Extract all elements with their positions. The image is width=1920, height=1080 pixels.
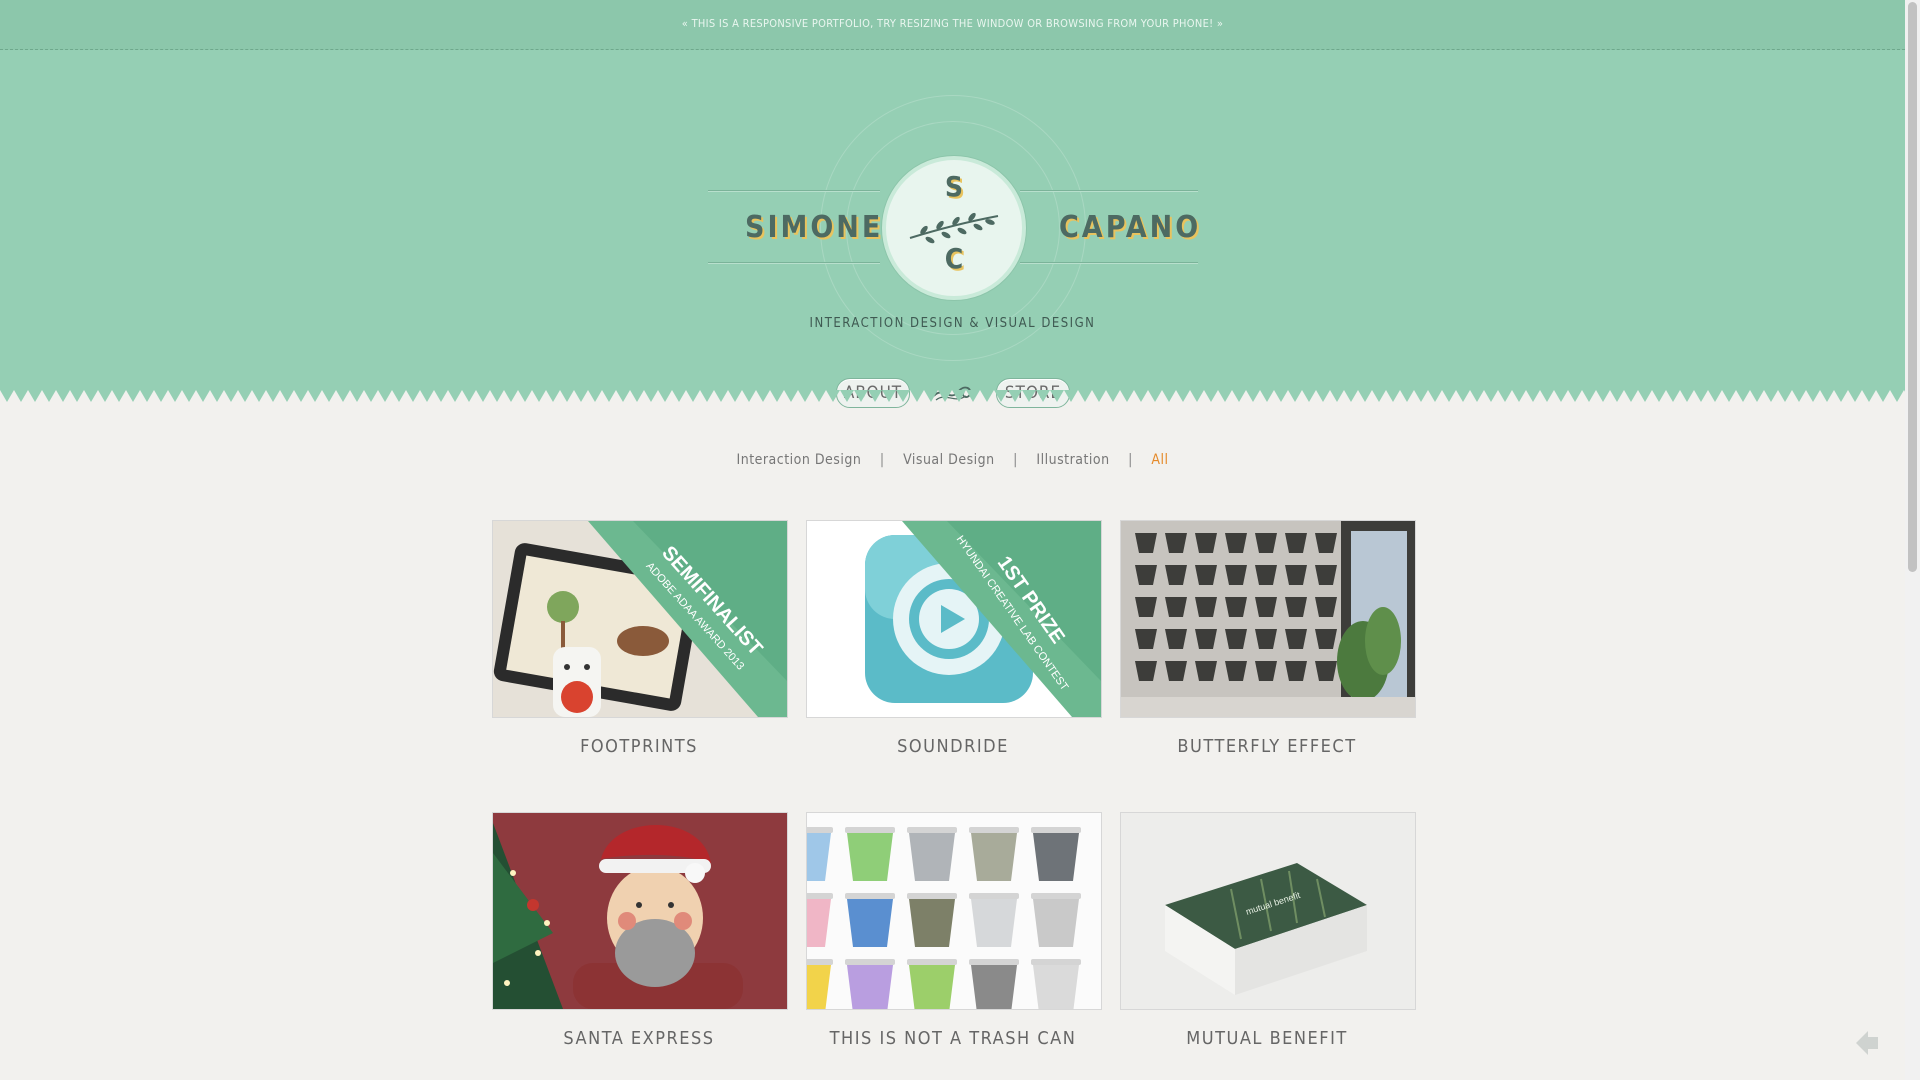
butterfly-effect-image [1121, 521, 1415, 717]
trash-can [1033, 965, 1079, 1009]
trash-can-lid [969, 893, 1019, 899]
first-name: SIMONE [745, 210, 884, 245]
project-title[interactable]: SOUNDRIDE [806, 736, 1100, 757]
notice-text: « THIS IS A RESPONSIVE PORTFOLIO, TRY RE… [681, 17, 1224, 30]
project-thumbnail[interactable] [492, 812, 788, 1010]
soundride-image: 1ST PRIZE HYUNDAI CREATIVE LAB CONTEST [807, 521, 1101, 717]
monogram-letter-bottom: C [944, 242, 964, 275]
filter-interaction-design[interactable]: Interaction Design [737, 452, 862, 468]
trash-can-lid [1031, 827, 1081, 833]
monogram-letter-top: S [944, 170, 964, 203]
filter-visual-design[interactable]: Visual Design [903, 452, 995, 468]
trash-can-lid [807, 959, 833, 965]
trash-can [1033, 899, 1079, 947]
trash-can [847, 899, 893, 947]
project-title[interactable]: MUTUAL BENEFIT [1120, 1028, 1414, 1049]
last-name: CAPANO [1059, 210, 1202, 245]
project-card-soundride[interactable]: 1ST PRIZE HYUNDAI CREATIVE LAB CONTEST S… [806, 520, 1102, 757]
trash-can-lid [1031, 959, 1081, 965]
project-card-trash-can[interactable]: THIS IS NOT A TRASH CAN [806, 812, 1102, 1049]
header-rule-left-bottom [708, 262, 880, 264]
trash-can [971, 899, 1017, 947]
trash-can [971, 965, 1017, 1009]
back-to-top-icon[interactable] [1853, 1030, 1881, 1056]
trash-can-lid [845, 827, 895, 833]
trash-can-lid [907, 827, 957, 833]
project-thumbnail[interactable]: 1ST PRIZE HYUNDAI CREATIVE LAB CONTEST [806, 520, 1102, 718]
trash-can [909, 833, 955, 881]
trash-can-lid [969, 959, 1019, 965]
trash-can-lid [845, 959, 895, 965]
santa-express-image [493, 813, 787, 1009]
project-thumbnail[interactable] [1120, 520, 1416, 718]
scrollbar-thumb[interactable] [1908, 2, 1917, 572]
trash-can [971, 833, 1017, 881]
project-card-footprints[interactable]: SEMIFINALIST ADOBE ADAA AWARD 2013 FOOTP… [492, 520, 788, 757]
tagline: INTERACTION DESIGN & VISUAL DESIGN [809, 316, 1096, 331]
project-title[interactable]: FOOTPRINTS [492, 736, 786, 757]
trash-can-lid [807, 893, 833, 899]
project-card-butterfly-effect[interactable]: BUTTERFLY EFFECT [1120, 520, 1416, 757]
filter-all[interactable]: All [1151, 452, 1168, 468]
category-filters: Interaction Design | Visual Design | Ill… [0, 452, 1905, 468]
header-zigzag-edge [0, 390, 1905, 402]
filter-separator: | [1013, 452, 1018, 468]
project-thumbnail[interactable]: mutual benefit [1120, 812, 1416, 1010]
header-rule-right-top [1020, 190, 1198, 192]
portfolio-page: « THIS IS A RESPONSIVE PORTFOLIO, TRY RE… [0, 0, 1905, 1080]
trash-can-lid [907, 893, 957, 899]
trash-can-lid [1031, 893, 1081, 899]
footprints-image: SEMIFINALIST ADOBE ADAA AWARD 2013 [493, 521, 787, 717]
trash-can-lid [907, 959, 957, 965]
project-title[interactable]: BUTTERFLY EFFECT [1120, 736, 1414, 757]
trash-can [1033, 833, 1079, 881]
responsive-notice: « THIS IS A RESPONSIVE PORTFOLIO, TRY RE… [0, 0, 1905, 50]
site-header: SIMONE CAPANO S C INTERACTION DESIGN & V… [0, 50, 1905, 408]
project-title[interactable]: SANTA EXPRESS [492, 1028, 786, 1049]
filter-separator: | [879, 452, 885, 468]
project-thumbnail[interactable]: SEMIFINALIST ADOBE ADAA AWARD 2013 [492, 520, 788, 718]
header-rule-right-bottom [1020, 262, 1198, 264]
project-thumbnail[interactable] [806, 812, 1102, 1010]
mutual-benefit-image: mutual benefit [1121, 813, 1415, 1009]
trash-can [847, 833, 893, 881]
filter-separator: | [1128, 452, 1133, 468]
monogram-logo[interactable]: S C [882, 156, 1026, 300]
trash-can [909, 899, 955, 947]
trash-can-lid [845, 893, 895, 899]
trash-can-image [807, 813, 1101, 1009]
project-card-mutual-benefit[interactable]: mutual benefit MUTUAL BENEFIT [1120, 812, 1416, 1049]
project-title[interactable]: THIS IS NOT A TRASH CAN [806, 1028, 1100, 1049]
trash-can [909, 965, 955, 1009]
filter-illustration[interactable]: Illustration [1036, 452, 1109, 468]
header-rule-left-top [708, 190, 880, 192]
project-card-santa-express[interactable]: SANTA EXPRESS [492, 812, 788, 1049]
trash-can-lid [969, 827, 1019, 833]
trash-can-lid [807, 827, 833, 833]
vertical-scrollbar[interactable] [1905, 0, 1920, 1080]
trash-can [847, 965, 893, 1009]
